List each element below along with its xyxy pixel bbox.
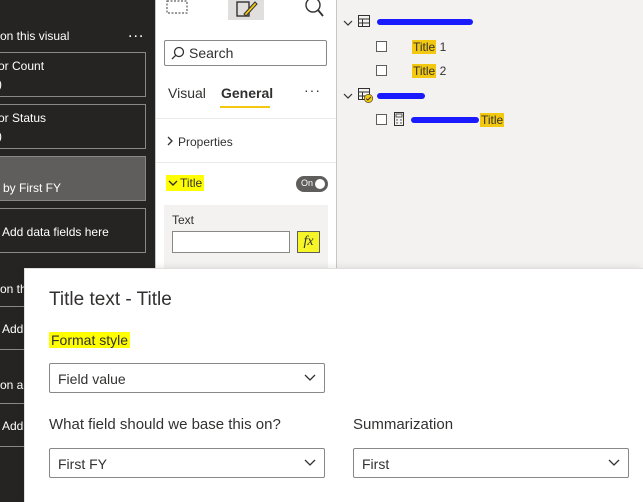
chevron-down-icon xyxy=(304,459,316,466)
filter-card-subtitle: ) xyxy=(0,129,2,143)
analytics-icon[interactable] xyxy=(299,0,333,20)
field-row[interactable]: Title xyxy=(480,113,505,127)
more-options-icon[interactable]: ··· xyxy=(304,82,321,98)
chevron-down-icon xyxy=(343,93,353,99)
field-suffix: 1 xyxy=(436,40,447,54)
add-data-fields-drop[interactable]: Add data fields here xyxy=(0,208,146,253)
text-label: Text xyxy=(172,213,195,227)
filter-card-title: or Status xyxy=(0,111,47,125)
toggle-knob xyxy=(315,179,325,189)
table-node[interactable] xyxy=(343,88,374,103)
tab-general[interactable]: General xyxy=(221,85,273,101)
chevron-right-icon xyxy=(166,135,178,149)
calculator-icon xyxy=(394,112,404,126)
properties-label: Properties xyxy=(178,135,233,149)
table-node[interactable] xyxy=(343,15,371,30)
filter-card-status[interactable]: or Status ) xyxy=(0,104,146,149)
add-data-fields-label: Add data fields here xyxy=(2,225,109,239)
field-checkbox[interactable] xyxy=(376,41,387,52)
more-options-icon[interactable]: ... xyxy=(128,24,144,42)
base-field-value: First FY xyxy=(58,456,107,472)
field-label: Title xyxy=(412,64,437,78)
field-suffix: 2 xyxy=(436,64,447,78)
format-pane: Visual General ··· Properties Title On T… xyxy=(155,0,337,268)
redacted-field-name xyxy=(411,117,479,123)
chevron-down-icon xyxy=(168,176,180,190)
check-badge-icon xyxy=(364,94,374,103)
add-label: Add xyxy=(2,322,24,336)
redacted-table-name xyxy=(377,93,425,99)
filters-page-header: on th xyxy=(0,282,27,296)
tab-visual[interactable]: Visual xyxy=(168,85,206,101)
title-text-card: Text fx xyxy=(164,205,328,268)
summarization-label: Summarization xyxy=(353,416,454,433)
summarization-value: First xyxy=(362,456,390,472)
filter-card-title: by First FY xyxy=(3,181,62,195)
filter-card-title: or Count xyxy=(0,59,45,73)
redacted-table-name xyxy=(377,19,473,25)
chevron-down-icon xyxy=(343,20,353,26)
filter-card-count[interactable]: or Count ) xyxy=(0,52,146,97)
format-search-box[interactable] xyxy=(164,40,327,66)
search-icon xyxy=(171,46,185,60)
add-page-filter-drop[interactable]: Add xyxy=(0,306,26,350)
search-input[interactable] xyxy=(189,44,319,62)
field-checkbox[interactable] xyxy=(376,114,387,125)
title-text-input[interactable] xyxy=(172,231,290,253)
divider xyxy=(156,118,336,119)
fields-pane: Title 1 Title 2 Title xyxy=(337,0,643,268)
field-label: Title xyxy=(480,113,505,127)
format-visual-icon[interactable] xyxy=(228,0,264,20)
fx-button[interactable]: fx xyxy=(297,231,320,253)
field-checkbox[interactable] xyxy=(376,65,387,76)
format-style-dropdown[interactable]: Field value xyxy=(49,363,325,393)
format-style-label: Format style xyxy=(49,332,131,348)
filter-card-first-fy[interactable]: by First FY xyxy=(0,156,146,201)
chevron-down-icon xyxy=(304,374,316,381)
title-label: Title xyxy=(180,176,203,190)
active-tab-indicator xyxy=(220,106,270,108)
summarization-dropdown[interactable]: First xyxy=(353,448,629,478)
dialog-title: Title text - Title xyxy=(49,289,172,310)
add-all-pages-filter-drop[interactable]: Add xyxy=(0,403,26,447)
title-expander[interactable]: Title xyxy=(166,175,205,191)
properties-expander[interactable]: Properties xyxy=(166,135,233,149)
divider xyxy=(156,162,336,163)
build-visual-icon[interactable] xyxy=(164,0,198,20)
filters-all-pages-header: on al xyxy=(0,378,27,392)
field-row[interactable]: Title 1 xyxy=(412,40,446,54)
title-text-dialog: Title text - Title Format style Field va… xyxy=(24,268,643,502)
table-icon xyxy=(358,15,371,27)
title-toggle[interactable]: On xyxy=(296,176,328,192)
field-row[interactable]: Title 2 xyxy=(412,64,446,78)
format-style-value: Field value xyxy=(58,371,126,387)
filter-card-subtitle: ) xyxy=(0,77,2,91)
toggle-label: On xyxy=(301,178,314,188)
filters-section-header: on this visual xyxy=(0,29,70,43)
base-field-dropdown[interactable]: First FY xyxy=(49,448,325,478)
field-label: Title xyxy=(412,40,437,54)
chevron-down-icon xyxy=(608,459,620,466)
add-label: Add xyxy=(2,419,24,433)
base-field-label: What field should we base this on? xyxy=(49,416,281,433)
